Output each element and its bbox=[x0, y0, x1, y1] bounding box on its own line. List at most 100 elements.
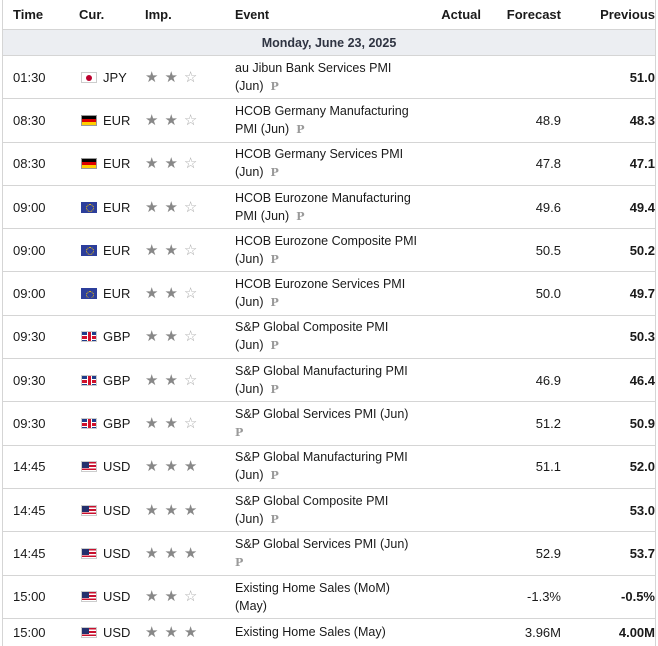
table-row[interactable]: 09:00 EUR ★ ★ ☆ HCOB Eurozone Composite PMI (J… bbox=[3, 229, 655, 273]
header-time[interactable]: Time bbox=[3, 7, 75, 22]
event-name-line2[interactable]: (Jun) bbox=[235, 338, 263, 352]
table-row[interactable]: 14:45 USD ★ ★ ★ S&P Global Manufacturing PMI (… bbox=[3, 446, 655, 489]
table-row[interactable]: 01:30 JPY ★ ★ ☆ au Jibun Bank Services PMI (Ju… bbox=[3, 56, 655, 100]
event-time: 09:30 bbox=[13, 329, 46, 345]
event-time: 09:30 bbox=[13, 372, 46, 388]
event-previous: -0.5% bbox=[621, 589, 655, 605]
event-name-line1[interactable]: HCOB Eurozone Composite PMI bbox=[235, 234, 417, 248]
event-name-line2[interactable]: (Jun) bbox=[235, 79, 263, 93]
event-name[interactable]: S&P Global Services PMI (Jun) P bbox=[229, 405, 417, 442]
event-name[interactable]: HCOB Eurozone Composite PMI (Jun) P bbox=[229, 232, 417, 269]
star-filled-icon: ★ bbox=[183, 458, 198, 476]
importance-stars: ★ ★ ☆ bbox=[141, 329, 229, 344]
preliminary-p-icon: P bbox=[296, 122, 305, 136]
event-name-line2[interactable]: (Jun) bbox=[235, 295, 263, 309]
event-name-line1[interactable]: S&P Global Manufacturing PMI bbox=[235, 450, 408, 464]
event-name-line2[interactable]: (Jun) bbox=[235, 382, 263, 396]
table-row[interactable]: 09:00 EUR ★ ★ ☆ HCOB Eurozone Services PMI (Ju… bbox=[3, 272, 655, 316]
event-currency: EUR bbox=[75, 200, 141, 215]
table-row[interactable]: 09:30 GBP ★ ★ ☆ S&P Global Composite PMI (Jun)… bbox=[3, 316, 655, 360]
flag-eur-eu-icon bbox=[81, 288, 97, 300]
table-row[interactable]: 15:00 USD ★ ★ ☆ Existing Home Sales (MoM) (May… bbox=[3, 576, 655, 619]
table-row[interactable]: 14:45 USD ★ ★ ★ S&P Global Composite PMI (Jun)… bbox=[3, 489, 655, 533]
event-name[interactable]: HCOB Eurozone Services PMI (Jun) P bbox=[229, 275, 417, 312]
event-name[interactable]: S&P Global Composite PMI (Jun) P bbox=[229, 318, 417, 355]
header-event[interactable]: Event bbox=[229, 6, 417, 24]
event-name-line1[interactable]: S&P Global Composite PMI bbox=[235, 494, 388, 508]
star-filled-icon: ★ bbox=[145, 588, 159, 606]
event-forecast: 3.96M bbox=[524, 624, 561, 640]
event-name-line2[interactable]: (Jun) bbox=[235, 165, 263, 179]
header-importance[interactable]: Imp. bbox=[141, 7, 229, 22]
event-name-line2[interactable]: (Jun) bbox=[235, 468, 263, 482]
flag-eur-eu-icon bbox=[81, 244, 97, 256]
event-currency: GBP bbox=[75, 329, 141, 344]
star-filled-icon: ★ bbox=[164, 623, 178, 641]
event-name-line1[interactable]: S&P Global Services PMI (Jun) bbox=[235, 407, 408, 421]
event-name-line2[interactable]: (May) bbox=[235, 599, 267, 613]
event-name-line1[interactable]: HCOB Germany Services PMI bbox=[235, 147, 403, 161]
table-row[interactable]: 09:30 GBP ★ ★ ☆ S&P Global Manufacturing PMI (… bbox=[3, 359, 655, 403]
table-row[interactable]: 08:30 EUR ★ ★ ☆ HCOB Germany Services PMI (Jun… bbox=[3, 143, 655, 186]
currency-code: USD bbox=[103, 459, 131, 475]
importance-stars: ★ ★ ★ bbox=[141, 459, 229, 474]
table-row[interactable]: 09:30 GBP ★ ★ ☆ S&P Global Services PMI (Jun)… bbox=[3, 402, 655, 446]
event-name-line1[interactable]: au Jibun Bank Services PMI bbox=[235, 61, 391, 75]
star-filled-icon: ★ bbox=[145, 198, 159, 216]
event-name[interactable]: S&P Global Composite PMI (Jun) P bbox=[229, 492, 417, 529]
preliminary-p-icon: P bbox=[270, 339, 279, 353]
event-name-line1[interactable]: Existing Home Sales (MoM) bbox=[235, 581, 390, 595]
currency-code: GBP bbox=[103, 372, 131, 388]
event-previous: 50.9 bbox=[629, 416, 655, 432]
event-time: 14:45 bbox=[13, 459, 46, 475]
event-name-line1[interactable]: Existing Home Sales (May) bbox=[235, 625, 386, 639]
event-time: 09:30 bbox=[13, 416, 46, 432]
star-filled-icon: ★ bbox=[164, 68, 178, 86]
event-name-line1[interactable]: HCOB Eurozone Services PMI bbox=[235, 277, 405, 291]
event-name-line1[interactable]: S&P Global Services PMI (Jun) bbox=[235, 537, 408, 551]
event-currency: USD bbox=[75, 546, 141, 561]
table-row[interactable]: 14:45 USD ★ ★ ★ S&P Global Services PMI (Jun)… bbox=[3, 532, 655, 576]
event-previous: 50.2 bbox=[629, 242, 655, 258]
event-time: 15:00 bbox=[13, 624, 46, 640]
table-row[interactable]: 08:30 EUR ★ ★ ☆ HCOB Germany Manufacturing PMI… bbox=[3, 99, 655, 143]
event-name[interactable]: Existing Home Sales (May) bbox=[229, 623, 417, 641]
header-previous[interactable]: Previous bbox=[561, 7, 655, 22]
currency-code: EUR bbox=[103, 242, 131, 258]
event-name[interactable]: S&P Global Manufacturing PMI (Jun) P bbox=[229, 448, 417, 485]
event-forecast: 51.1 bbox=[535, 459, 561, 475]
star-filled-icon: ★ bbox=[164, 155, 178, 173]
event-name[interactable]: HCOB Germany Manufacturing PMI (Jun) P bbox=[229, 102, 417, 139]
currency-code: EUR bbox=[103, 112, 131, 128]
event-currency: USD bbox=[75, 459, 141, 474]
header-forecast[interactable]: Forecast bbox=[481, 7, 561, 22]
event-name-line2[interactable]: (Jun) bbox=[235, 252, 263, 266]
event-time: 09:00 bbox=[13, 199, 46, 215]
star-empty-icon: ☆ bbox=[183, 111, 198, 129]
star-filled-icon: ★ bbox=[145, 501, 159, 519]
event-currency: JPY bbox=[75, 70, 141, 85]
star-filled-icon: ★ bbox=[145, 285, 159, 303]
event-name-line1[interactable]: HCOB Eurozone Manufacturing bbox=[235, 191, 411, 205]
event-name[interactable]: au Jibun Bank Services PMI (Jun) P bbox=[229, 59, 417, 96]
event-name-line2[interactable]: PMI (Jun) bbox=[235, 122, 289, 136]
event-name-line1[interactable]: S&P Global Manufacturing PMI bbox=[235, 364, 408, 378]
event-currency: EUR bbox=[75, 286, 141, 301]
event-name[interactable]: HCOB Germany Services PMI (Jun) P bbox=[229, 145, 417, 182]
event-name[interactable]: S&P Global Manufacturing PMI (Jun) P bbox=[229, 362, 417, 399]
event-name-line2[interactable]: PMI (Jun) bbox=[235, 209, 289, 223]
economic-calendar: Time Cur. Imp. Event Actual Forecast Pre… bbox=[2, 0, 656, 646]
table-row[interactable]: 09:00 EUR ★ ★ ☆ HCOB Eurozone Manufacturing PM… bbox=[3, 186, 655, 230]
preliminary-p-icon: P bbox=[270, 166, 279, 180]
event-name-line2[interactable]: (Jun) bbox=[235, 512, 263, 526]
star-empty-icon: ☆ bbox=[183, 155, 198, 173]
event-forecast: -1.3% bbox=[527, 589, 561, 605]
event-name[interactable]: HCOB Eurozone Manufacturing PMI (Jun) P bbox=[229, 189, 417, 226]
event-name-line1[interactable]: HCOB Germany Manufacturing bbox=[235, 104, 409, 118]
event-name-line1[interactable]: S&P Global Composite PMI bbox=[235, 320, 388, 334]
header-currency[interactable]: Cur. bbox=[75, 7, 141, 22]
event-name[interactable]: Existing Home Sales (MoM) (May) bbox=[229, 579, 417, 615]
event-name[interactable]: S&P Global Services PMI (Jun) P bbox=[229, 535, 417, 572]
event-forecast: 48.9 bbox=[535, 112, 561, 128]
header-actual[interactable]: Actual bbox=[417, 7, 481, 22]
